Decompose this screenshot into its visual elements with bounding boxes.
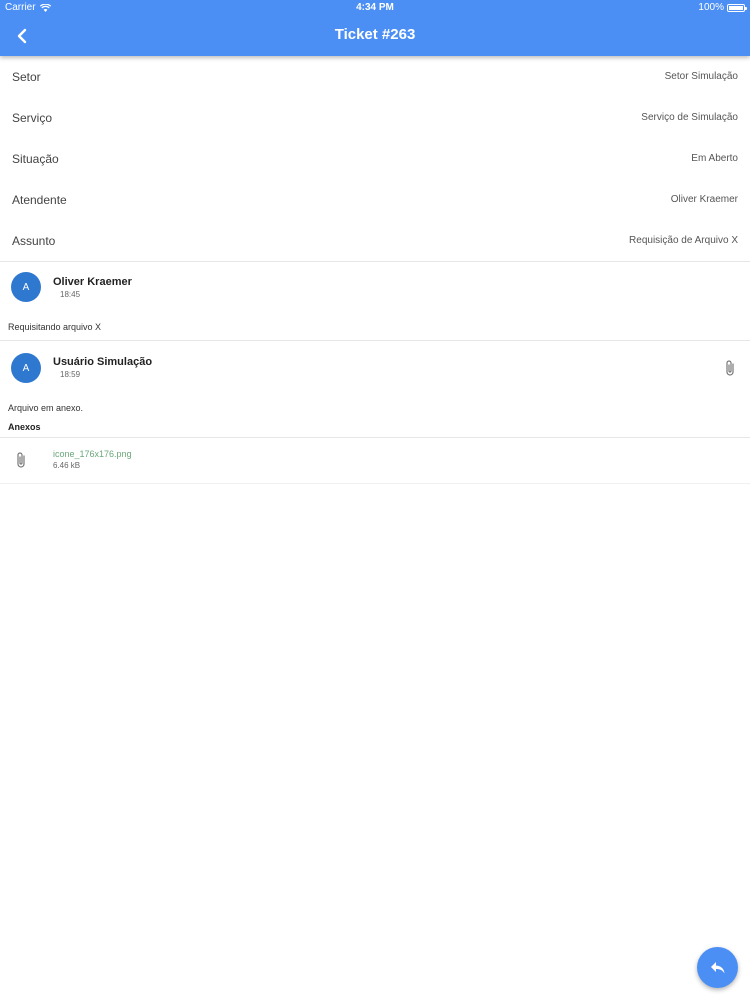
message-item: A Oliver Kraemer 18:45 Requisitando arqu…: [0, 262, 750, 340]
message-item: A Usuário Simulação 18:59 Arquivo em ane…: [0, 341, 750, 486]
detail-row-assunto: Assunto Requisição de Arquivo X: [0, 220, 750, 261]
attachments-title: Anexos: [8, 422, 41, 432]
paperclip-icon[interactable]: [722, 359, 738, 377]
detail-row-situacao: Situação Em Aberto: [0, 138, 750, 179]
battery-percent: 100%: [698, 2, 724, 13]
avatar: A: [11, 353, 41, 383]
detail-row-servico: Serviço Serviço de Simulação: [0, 97, 750, 138]
ticket-details: Setor Setor Simulação Serviço Serviço de…: [0, 56, 750, 262]
reply-button[interactable]: [697, 947, 738, 988]
reply-icon: [710, 961, 724, 973]
detail-value: Requisição de Arquivo X: [629, 235, 738, 246]
status-bar: Carrier 4:34 PM 100%: [0, 0, 750, 16]
attachment-item[interactable]: icone_176x176.png 6.46 kB: [0, 438, 750, 483]
detail-label: Atendente: [12, 192, 67, 207]
detail-row-atendente: Atendente Oliver Kraemer: [0, 179, 750, 220]
detail-label: Assunto: [12, 233, 56, 248]
detail-row-setor: Setor Setor Simulação: [0, 56, 750, 97]
message-author: Oliver Kraemer: [53, 276, 132, 288]
message-text: Requisitando arquivo X: [8, 322, 102, 332]
detail-value: Setor Simulação: [664, 71, 738, 82]
battery-info: 100%: [698, 2, 747, 13]
paperclip-icon: [17, 452, 25, 468]
detail-label: Situação: [12, 151, 59, 166]
avatar: A: [11, 272, 41, 302]
top-bar: Carrier 4:34 PM 100% Ticket #263: [0, 0, 750, 56]
message-time: 18:59: [60, 370, 81, 379]
detail-label: Setor: [12, 69, 41, 84]
battery-icon: [727, 3, 747, 12]
detail-label: Serviço: [12, 110, 53, 125]
detail-value: Em Aberto: [691, 153, 738, 164]
message-text: Arquivo em anexo.: [8, 403, 84, 413]
page-title: Ticket #263: [334, 26, 416, 43]
status-time: 4:34 PM: [356, 2, 394, 13]
message-time: 18:45: [60, 290, 81, 299]
attachment-size: 6.46 kB: [53, 461, 81, 470]
detail-value: Serviço de Simulação: [641, 112, 738, 123]
message-author: Usuário Simulação: [53, 356, 153, 368]
detail-value: Oliver Kraemer: [670, 194, 738, 205]
attachment-name[interactable]: icone_176x176.png: [53, 449, 132, 459]
divider: [0, 483, 750, 484]
